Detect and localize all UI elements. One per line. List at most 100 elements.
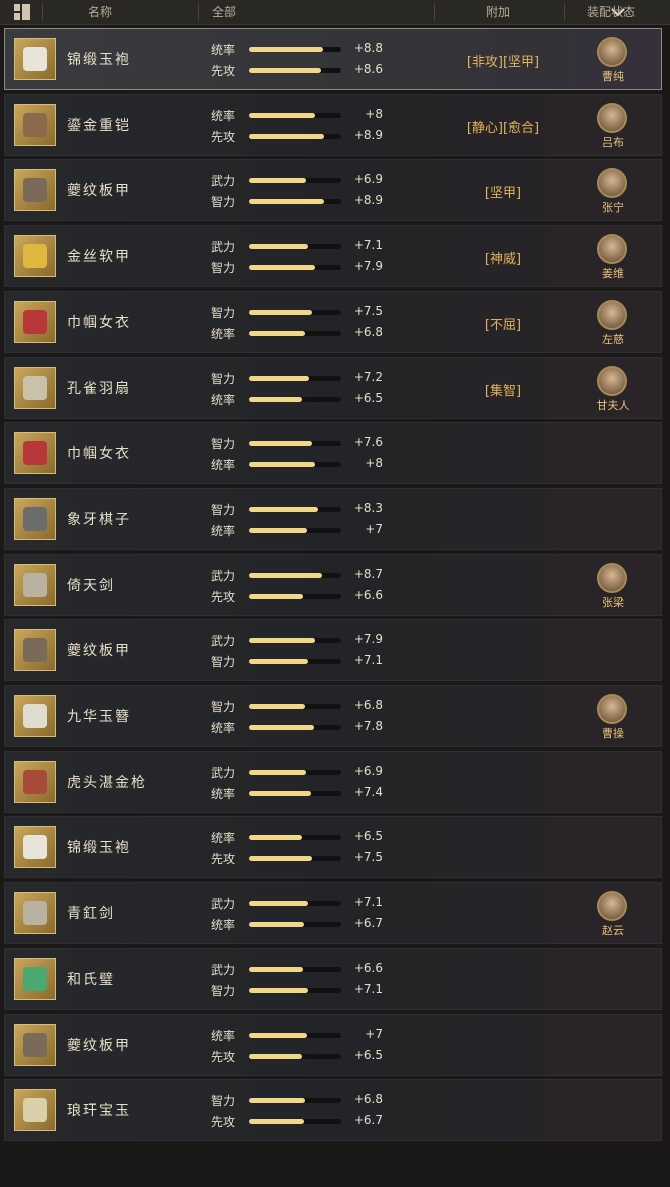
- gold-armor-icon: [14, 235, 56, 277]
- extra-attribute: [坚甲]: [484, 186, 522, 201]
- hero-avatar[interactable]: [597, 234, 627, 264]
- hero-avatar[interactable]: [597, 37, 627, 67]
- hero-avatar[interactable]: [597, 168, 627, 198]
- plate-armor-icon: [14, 1024, 56, 1066]
- hero-avatar[interactable]: [597, 891, 627, 921]
- stat-value-1: +7.9: [353, 632, 383, 646]
- item-name: 九华玉簪: [67, 709, 131, 725]
- list-item[interactable]: 象牙棋子 智力 +8.3 统率 +7: [4, 488, 662, 550]
- hero-avatar[interactable]: [597, 300, 627, 330]
- stat-bar-2: [249, 791, 341, 796]
- stat-value-2: +8.9: [353, 193, 383, 207]
- stat-value-2: +7.9: [353, 259, 383, 273]
- stat-bar-2: [249, 331, 341, 336]
- stat-value-1: +7.1: [353, 238, 383, 252]
- item-name: 象牙棋子: [67, 512, 131, 528]
- plate-armor-icon: [14, 169, 56, 211]
- stat-label-2: 先攻: [211, 64, 236, 78]
- stat-bar-2: [249, 397, 341, 402]
- stat-bar-1: [249, 376, 341, 381]
- hero-avatar[interactable]: [597, 563, 627, 593]
- extra-attribute: [神威]: [484, 252, 522, 267]
- stat-bar-1: [249, 1098, 341, 1103]
- stat-value-1: +8: [365, 107, 383, 121]
- stat-value-2: +6.5: [353, 1048, 383, 1062]
- stat-label-2: 智力: [211, 261, 236, 275]
- stat-bar-1: [249, 244, 341, 249]
- list-item[interactable]: 巾帼女衣 智力 +7.5 统率 +6.8 [不屈] 左慈: [4, 291, 662, 353]
- list-item[interactable]: 锦缎玉袍 统率 +6.5 先攻 +7.5: [4, 816, 662, 878]
- list-item[interactable]: 倚天剑 武力 +8.7 先攻 +6.6 张梁: [4, 554, 662, 616]
- list-item[interactable]: 虎头湛金枪 武力 +6.9 统率 +7.4: [4, 751, 662, 813]
- item-name: 虎头湛金枪: [67, 775, 147, 791]
- stat-label-2: 统率: [211, 524, 236, 538]
- stat-label-1: 统率: [211, 109, 236, 123]
- hero-avatar[interactable]: [597, 694, 627, 724]
- stat-value-1: +6.6: [353, 961, 383, 975]
- stat-value-1: +7.6: [353, 435, 383, 449]
- item-name: 青釭剑: [67, 906, 115, 922]
- stat-bar-2: [249, 134, 341, 139]
- list-item[interactable]: 锦缎玉袍 统率 +8.8 先攻 +8.6 [非攻][坚甲] 曹纯: [4, 28, 662, 90]
- item-name: 夔纹板甲: [67, 1038, 131, 1054]
- fan-icon: [14, 367, 56, 409]
- stat-value-2: +7.1: [353, 982, 383, 996]
- stat-label-1: 统率: [211, 43, 236, 57]
- stat-label-1: 武力: [211, 963, 236, 977]
- list-item[interactable]: 夔纹板甲 武力 +7.9 智力 +7.1: [4, 619, 662, 681]
- stat-bar-2: [249, 988, 341, 993]
- stat-label-1: 武力: [211, 569, 236, 583]
- list-item[interactable]: 巾帼女衣 智力 +7.6 统率 +8: [4, 422, 662, 484]
- item-name: 锦缎玉袍: [67, 840, 131, 856]
- list-item[interactable]: 金丝软甲 武力 +7.1 智力 +7.9 [神威] 姜维: [4, 225, 662, 287]
- hero-avatar[interactable]: [597, 103, 627, 133]
- stat-bar-2: [249, 265, 341, 270]
- item-name: 琅玕宝玉: [67, 1103, 131, 1119]
- stat-value-2: +7.1: [353, 653, 383, 667]
- stat-value-2: +7.8: [353, 719, 383, 733]
- list-item[interactable]: 夔纹板甲 武力 +6.9 智力 +8.9 [坚甲] 张宁: [4, 159, 662, 221]
- stat-label-1: 统率: [211, 831, 236, 845]
- list-item[interactable]: 夔纹板甲 统率 +7 先攻 +6.5: [4, 1014, 662, 1076]
- hero-name: 曹操: [602, 727, 624, 740]
- stat-value-2: +6.6: [353, 588, 383, 602]
- stat-bar-2: [249, 659, 341, 664]
- stat-bar-1: [249, 901, 341, 906]
- header-name: 名称: [88, 5, 113, 19]
- list-item[interactable]: 琅玕宝玉 智力 +6.8 先攻 +6.7: [4, 1079, 662, 1141]
- stat-label-1: 智力: [211, 372, 236, 386]
- hero-name: 张宁: [602, 201, 624, 214]
- stat-value-1: +7.1: [353, 895, 383, 909]
- list-item[interactable]: 青釭剑 武力 +7.1 统率 +6.7 赵云: [4, 882, 662, 944]
- stat-bar-2: [249, 856, 341, 861]
- list-item[interactable]: 鎏金重铠 统率 +8 先攻 +8.9 [静心][愈合] 吕布: [4, 94, 662, 156]
- stat-value-1: +6.9: [353, 764, 383, 778]
- layout-toggle-icon[interactable]: [14, 4, 30, 20]
- stat-label-2: 智力: [211, 195, 236, 209]
- hairpin-icon: [14, 695, 56, 737]
- stat-bar-2: [249, 725, 341, 730]
- stat-label-1: 武力: [211, 240, 236, 254]
- stat-label-1: 武力: [211, 897, 236, 911]
- list-item[interactable]: 孔雀羽扇 智力 +7.2 统率 +6.5 [集智] 甘夫人: [4, 357, 662, 419]
- list-item[interactable]: 九华玉簪 智力 +6.8 统率 +7.8 曹操: [4, 685, 662, 747]
- stat-value-1: +6.8: [353, 698, 383, 712]
- stat-label-2: 先攻: [211, 1115, 236, 1129]
- sword-icon: [14, 892, 56, 934]
- hero-avatar[interactable]: [597, 366, 627, 396]
- stat-bar-1: [249, 770, 341, 775]
- stat-value-1: +6.8: [353, 1092, 383, 1106]
- stat-bar-1: [249, 1033, 341, 1038]
- stat-label-1: 武力: [211, 174, 236, 188]
- item-name: 巾帼女衣: [67, 446, 131, 462]
- hero-name: 左慈: [602, 333, 624, 346]
- armor-icon: [14, 104, 56, 146]
- list-item[interactable]: 和氏璧 武力 +6.6 智力 +7.1: [4, 948, 662, 1010]
- stat-bar-2: [249, 594, 341, 599]
- list-header: 名称 全部 附加 装配状态: [0, 0, 670, 25]
- stat-label-2: 统率: [211, 721, 236, 735]
- header-status: 装配状态: [587, 5, 636, 19]
- extra-attribute: [不屈]: [484, 318, 522, 333]
- stat-label-2: 先攻: [211, 130, 236, 144]
- filter-dropdown[interactable]: 全部: [200, 0, 625, 24]
